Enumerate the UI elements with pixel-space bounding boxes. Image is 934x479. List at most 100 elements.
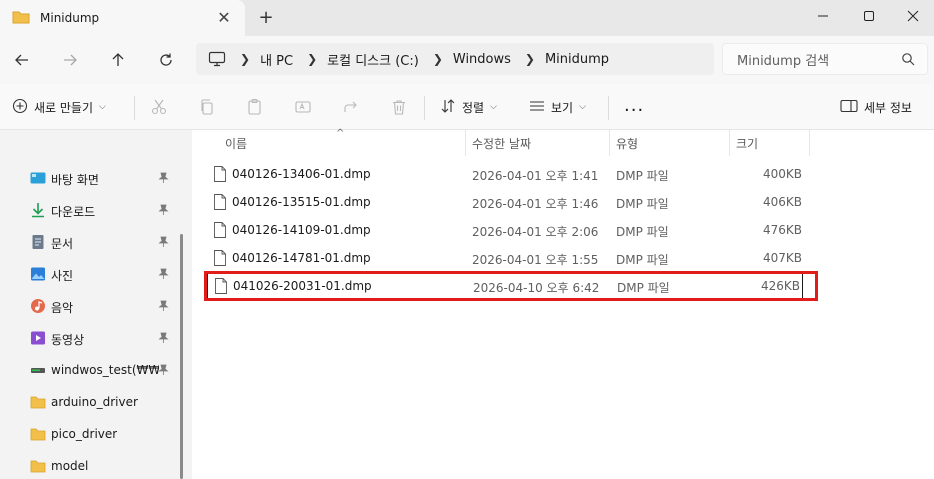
close-tab-icon[interactable]: ✕ <box>215 9 233 27</box>
desktop-icon <box>30 170 46 186</box>
divider <box>424 96 425 120</box>
details-pane-button[interactable]: 세부 정보 <box>840 94 912 120</box>
delete-icon[interactable] <box>388 96 410 118</box>
new-button[interactable]: 새로 만들기 ⌵ <box>12 94 106 120</box>
file-icon <box>214 166 226 185</box>
pin-icon[interactable] <box>158 172 169 187</box>
sidebar-scrollbar[interactable] <box>180 234 183 479</box>
view-icon <box>529 98 545 117</box>
details-label: 세부 정보 <box>864 100 912 115</box>
music-icon <box>30 298 46 314</box>
search-icon[interactable] <box>901 52 915 69</box>
table-row[interactable]: 040126-14109-01.dmp 2026-04-01 오후 2:06 D… <box>204 216 802 244</box>
divider <box>134 96 135 120</box>
pin-icon[interactable] <box>158 204 169 219</box>
navigation-pane: 바탕 화면 다운로드 문서 사진 음악 동영상 windwos_test(₩₩ … <box>0 130 187 479</box>
pin-icon[interactable] <box>158 332 169 347</box>
chevron-right-icon[interactable]: ❯ <box>525 52 535 66</box>
up-button[interactable] <box>104 46 132 74</box>
back-button[interactable] <box>8 46 36 74</box>
file-list: 이름 ^ 수정한 날짜 유형 크기 040126-13406-01.dmp 20… <box>192 128 934 479</box>
search-placeholder: Minidump 검색 <box>737 53 830 69</box>
table-row[interactable]: 040126-13406-01.dmp 2026-04-01 오후 1:41 D… <box>204 160 802 188</box>
file-size: 476KB <box>762 223 802 237</box>
sort-label: 정렬 <box>462 100 485 115</box>
file-date: 2026-04-01 오후 1:41 <box>472 169 599 183</box>
forward-button[interactable] <box>56 46 84 74</box>
table-row[interactable]: 040126-14781-01.dmp 2026-04-01 오후 1:55 D… <box>204 244 802 272</box>
column-divider[interactable] <box>729 130 730 156</box>
more-options-button[interactable]: ... <box>624 92 644 118</box>
folder-icon <box>30 426 46 442</box>
chevron-right-icon[interactable]: ❯ <box>240 52 250 66</box>
column-header-date[interactable]: 수정한 날짜 <box>472 130 531 156</box>
maximize-button[interactable] <box>846 0 892 32</box>
tab-minidump[interactable]: Minidump ✕ <box>0 0 245 36</box>
sort-icon <box>440 98 456 117</box>
file-icon <box>214 194 226 213</box>
sidebar-item-label: 바탕 화면 <box>51 173 99 187</box>
sort-button[interactable]: 정렬 ⌵ <box>440 94 497 120</box>
file-type: DMP 파일 <box>616 225 669 239</box>
sidebar-item-documents[interactable]: 문서 <box>0 227 178 257</box>
pin-icon[interactable] <box>158 236 169 251</box>
minimize-button[interactable] <box>800 0 846 32</box>
refresh-button[interactable] <box>152 46 180 74</box>
pin-icon[interactable] <box>158 268 169 283</box>
file-size: 407KB <box>762 251 802 265</box>
video-icon <box>30 330 46 346</box>
column-header-label: 유형 <box>616 136 639 151</box>
download-icon <box>30 202 46 218</box>
sidebar-item-model[interactable]: model <box>0 451 178 479</box>
file-date: 2026-04-01 오후 2:06 <box>472 225 599 239</box>
sidebar-item-label: 동영상 <box>51 333 85 347</box>
address-bar[interactable]: ❯ 내 PC ❯ 로컬 디스크 (C:) ❯ Windows ❯ Minidum… <box>196 43 714 75</box>
table-row[interactable]: 040126-13515-01.dmp 2026-04-01 오후 1:46 D… <box>204 188 802 216</box>
breadcrumb-local-disk[interactable]: 로컬 디스크 (C:) <box>327 50 419 69</box>
column-header-name[interactable]: 이름 <box>225 130 247 156</box>
rename-icon[interactable] <box>292 96 314 118</box>
sidebar-item-arduino-driver[interactable]: arduino_driver <box>0 387 178 417</box>
sidebar-item-pico-driver[interactable]: pico_driver <box>0 419 178 449</box>
file-type: DMP 파일 <box>616 253 669 267</box>
tab-title: Minidump <box>40 11 100 25</box>
chevron-right-icon[interactable]: ❯ <box>307 52 317 66</box>
navigation-bar: ❯ 내 PC ❯ 로컬 디스크 (C:) ❯ Windows ❯ Minidum… <box>0 36 934 84</box>
sidebar-item-network-drive[interactable]: windwos_test(₩₩VE <box>0 355 178 385</box>
sidebar-item-music[interactable]: 음악 <box>0 291 178 321</box>
sidebar-item-desktop[interactable]: 바탕 화면 <box>0 163 178 193</box>
paste-icon[interactable] <box>244 96 266 118</box>
new-tab-button[interactable]: + <box>256 8 276 28</box>
close-window-button[interactable] <box>890 0 934 32</box>
search-input[interactable]: Minidump 검색 <box>722 43 928 75</box>
share-icon[interactable] <box>340 96 362 118</box>
sidebar-item-label: model <box>51 459 89 473</box>
chevron-right-icon[interactable]: ❯ <box>433 52 443 66</box>
file-type: DMP 파일 <box>616 197 669 211</box>
sidebar-item-videos[interactable]: 동영상 <box>0 323 178 353</box>
breadcrumb-windows[interactable]: Windows <box>453 52 511 67</box>
column-header-type[interactable]: 유형 <box>616 130 638 156</box>
column-divider[interactable] <box>809 130 810 156</box>
column-divider[interactable] <box>609 130 610 156</box>
folder-icon <box>30 458 46 474</box>
sidebar-item-downloads[interactable]: 다운로드 <box>0 195 178 225</box>
plus-circle-icon <box>12 98 28 117</box>
column-header-size[interactable]: 크기 <box>736 130 758 156</box>
sidebar-item-label: 다운로드 <box>51 205 96 219</box>
view-button[interactable]: 보기 ⌵ <box>529 94 586 120</box>
copy-icon[interactable] <box>196 96 218 118</box>
cut-icon[interactable] <box>148 96 170 118</box>
new-button-label: 새로 만들기 <box>34 100 94 115</box>
file-name: 040126-14109-01.dmp <box>232 223 371 237</box>
breadcrumb-minidump[interactable]: Minidump <box>545 52 609 67</box>
file-date: 2026-04-01 오후 1:55 <box>472 253 599 267</box>
breadcrumb-this-pc[interactable]: 내 PC <box>260 50 293 69</box>
pin-icon[interactable] <box>158 300 169 315</box>
pin-icon[interactable] <box>158 364 169 379</box>
sidebar-item-pictures[interactable]: 사진 <box>0 259 178 289</box>
sidebar-item-label: 문서 <box>51 237 74 251</box>
column-divider[interactable] <box>465 130 466 156</box>
divider <box>608 96 609 120</box>
sidebar-item-label: 사진 <box>51 269 74 283</box>
